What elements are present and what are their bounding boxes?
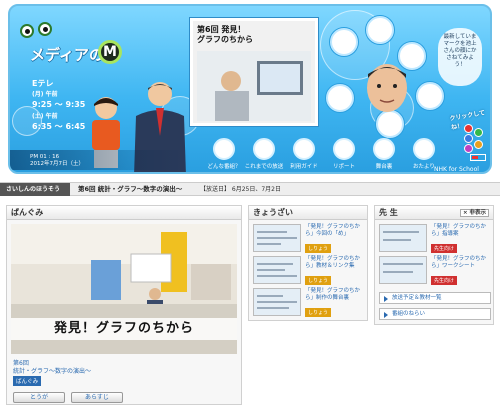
camera-icon[interactable] (326, 84, 354, 112)
hide-button[interactable]: × 非表示 (459, 209, 489, 217)
teacher-panel-heading: 先 生 × 非表示 (375, 206, 493, 220)
program-panel: ばんぐみ 発見！グラフのちから 第6回 統計・グラフ～数字の演出～ ばんぐみ と… (6, 205, 242, 405)
material-tag: しりょう (305, 244, 332, 253)
featured-video-caption: 第6回 発見！ グラフのちから (197, 25, 253, 44)
backstage-icon (373, 138, 395, 160)
synopsis-button[interactable]: あらすじ (71, 392, 123, 403)
materials-panel: きょうざい 「発見！グラフのちから」今回の「め」 しりょう 「発見！グラフのちか… (248, 205, 368, 321)
list-icon (253, 138, 275, 160)
tv-icon (213, 138, 235, 160)
tagline-bubble: 最新していまマークを池上さんの顔にかさねてみよう！ (438, 28, 482, 86)
color-dot-red[interactable] (464, 124, 473, 133)
teacher-panel: 先 生 × 非表示 「発見！グラフのちから」指導案 先生向け 「発見！グラフのち… (374, 205, 494, 325)
laptop-icon[interactable] (376, 110, 404, 138)
schedule-sat: (土) 午前 6:35 ～ 6:45 (32, 113, 86, 131)
material-item[interactable]: 「発見！グラフのちから」教材＆リンク集 しりょう (253, 256, 365, 286)
guide-icon (293, 138, 315, 160)
schedule-mon: (月) 午前 9:25 ～ 9:35 (32, 91, 86, 109)
channel-name: Eテレ (32, 79, 54, 88)
featured-video[interactable]: 第6回 発見！ グラフのちから (190, 18, 318, 126)
battery-icon (470, 154, 486, 161)
teacher-item-title[interactable]: 「発見！グラフのちから」指導案 (431, 224, 491, 238)
section-label: さいしんのほうそう (0, 183, 70, 196)
program-video[interactable]: 発見！グラフのちから (11, 224, 237, 354)
materials-panel-heading: きょうざい (249, 206, 367, 220)
program-panel-heading: ばんぐみ (7, 206, 241, 220)
material-title[interactable]: 「発見！グラフのちから」制作の舞台裏 (305, 288, 365, 302)
teacher-tag: 先生向け (431, 244, 458, 253)
episode-title: 第6回 統計・グラフ～数字の演出～ (78, 185, 183, 193)
teacher-tag: 先生向け (431, 276, 458, 285)
pen-icon[interactable] (366, 16, 394, 44)
nhk-for-school-logo[interactable]: NHK for School (434, 166, 479, 172)
color-dot-purple[interactable] (464, 144, 473, 153)
teacher-item-title[interactable]: 「発見！グラフのちから」ワークシート (431, 256, 491, 270)
material-thumbnail (253, 256, 301, 284)
header-banner: メディアの M Eテレ (月) 午前 9:25 ～ 9:35 (土) 午前 6:… (8, 4, 492, 174)
page: メディアの M Eテレ (月) 午前 9:25 ～ 9:35 (土) 午前 6:… (0, 0, 500, 410)
air-dates: 【放送日】 6月25日、7月2日 (200, 186, 281, 193)
logo-m-icon: M (98, 40, 122, 64)
color-dot-blue[interactable] (464, 134, 473, 143)
program-episode-title[interactable]: 統計・グラフ～数字の演出～ (13, 366, 91, 375)
featured-video-scene (197, 51, 311, 121)
material-tag: しりょう (305, 308, 332, 317)
program-aims-link[interactable]: 番組のねらい (379, 308, 491, 320)
color-dot-green[interactable] (474, 128, 483, 137)
material-tag: しりょう (305, 276, 332, 285)
chart-icon[interactable] (330, 28, 358, 56)
program-tag: ばんぐみ (13, 376, 42, 386)
color-dot-orange[interactable] (474, 140, 483, 149)
material-title[interactable]: 「発見！グラフのちから」今回の「め」 (305, 224, 365, 238)
teacher-thumbnail (379, 256, 427, 284)
latest-broadcast-bar: さいしんのほうそう 第6回 統計・グラフ～数字の演出～ 【放送日】 6月25日、… (0, 182, 500, 196)
teacher-item[interactable]: 「発見！グラフのちから」ワークシート 先生向け (379, 256, 491, 286)
teacher-thumbnail (379, 224, 427, 252)
schedule-materials-link[interactable]: 放送予定＆教材一覧 (379, 292, 491, 304)
material-item[interactable]: 「発見！グラフのちから」今回の「め」 しりょう (253, 224, 365, 254)
clock-readout: PM 01 : 16 2012年7月7日（土） (30, 154, 84, 167)
header-nav: どんな番組？ これまでの放送 利用ガイド リポート 舞台裏 おたより (200, 138, 440, 172)
host-face-image[interactable] (360, 58, 414, 114)
play-video-button[interactable]: とうが (13, 392, 65, 403)
program-logo[interactable]: メディアの (30, 44, 104, 65)
material-title[interactable]: 「発見！グラフのちから」教材＆リンク集 (305, 256, 365, 270)
mail-icon (413, 138, 435, 160)
report-icon (333, 138, 355, 160)
material-thumbnail (253, 288, 301, 316)
material-thumbnail (253, 224, 301, 252)
material-item[interactable]: 「発見！グラフのちから」制作の舞台裏 しりょう (253, 288, 365, 318)
teacher-item[interactable]: 「発見！グラフのちから」指導案 先生向け (379, 224, 491, 254)
photo-icon[interactable] (416, 82, 444, 110)
logo-eyes-icon (20, 22, 60, 42)
program-video-caption: 発見！グラフのちから (11, 318, 237, 340)
